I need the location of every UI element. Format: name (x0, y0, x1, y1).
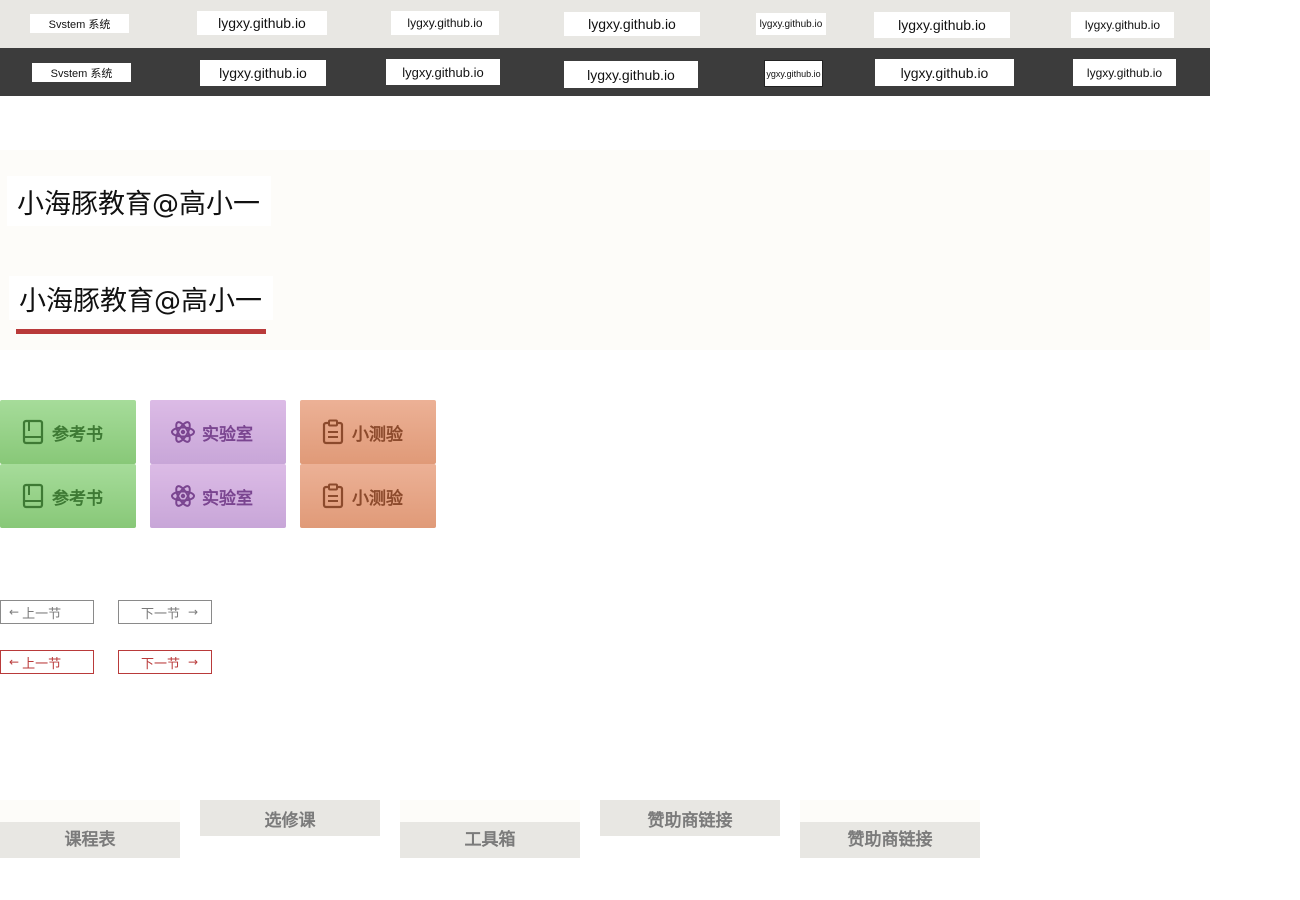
footer-tab-schedule[interactable]: 课程表 (0, 800, 180, 858)
prev-label: 上一节 (22, 606, 62, 622)
atom-icon (170, 419, 196, 445)
next-section-button[interactable]: 下一节 → (118, 650, 212, 674)
nav-chip-link[interactable]: lygxy.github.io (197, 11, 327, 35)
arrow-right-icon: → (188, 655, 199, 669)
nav-chip-link[interactable]: lygxy.github.io (875, 59, 1014, 86)
footer-tab-sponsors[interactable]: 赞助商链接 (800, 800, 980, 858)
atom-icon (170, 483, 196, 509)
tile-quiz[interactable]: 小测验 (300, 464, 436, 528)
nav-chip-link[interactable]: lygxy.github.io (200, 60, 326, 86)
tile-lab[interactable]: 实验室 (150, 464, 286, 528)
tile-label: 参考书 (52, 424, 103, 445)
footer-tab-sponsors[interactable]: 赞助商链接 (600, 800, 780, 836)
clipboard-icon (320, 483, 346, 509)
nav-chip-link[interactable]: lygxy.github.io (1071, 12, 1174, 38)
footer-tab-toolbox[interactable]: 工具箱 (400, 800, 580, 858)
nav-chip-system[interactable]: Svstem 系统 (32, 63, 131, 82)
prev-section-button[interactable]: ← 上一节 (0, 650, 94, 674)
footer-tab-electives[interactable]: 选修课 (200, 800, 380, 836)
tile-label: 小测验 (352, 424, 403, 445)
top-nav-bar-light: Svstem 系统 lygxy.github.io lygxy.github.i… (0, 0, 1210, 48)
tile-reference-books[interactable]: 参考书 (0, 400, 136, 464)
clipboard-icon (320, 419, 346, 445)
nav-chip-link[interactable]: ygxy.github.io (764, 60, 823, 87)
book-icon (20, 419, 46, 445)
book-icon (20, 483, 46, 509)
nav-chip-link[interactable]: lygxy.github.io (564, 61, 698, 88)
top-nav-bar-dark: Svstem 系统 lygxy.github.io lygxy.github.i… (0, 48, 1210, 96)
tile-label: 参考书 (52, 488, 103, 509)
nav-chip-system[interactable]: Svstem 系统 (30, 14, 129, 33)
prev-label: 上一节 (22, 656, 62, 672)
arrow-left-icon: ← (9, 605, 20, 619)
brand-title-underlined: 小海豚教育@高小一 (9, 276, 273, 320)
nav-chip-link[interactable]: lygxy.github.io (1073, 59, 1176, 86)
nav-chip-link[interactable]: lygxy.github.io (756, 13, 826, 35)
tile-quiz[interactable]: 小测验 (300, 400, 436, 464)
tile-label: 实验室 (202, 424, 253, 445)
tile-lab[interactable]: 实验室 (150, 400, 286, 464)
tile-label: 实验室 (202, 488, 253, 509)
nav-chip-link[interactable]: lygxy.github.io (874, 12, 1010, 38)
brand-title: 小海豚教育@高小一 (7, 176, 271, 226)
tile-label: 小测验 (352, 488, 403, 509)
next-section-button[interactable]: 下一节 → (118, 600, 212, 624)
arrow-left-icon: ← (9, 655, 20, 669)
nav-chip-link[interactable]: lygxy.github.io (564, 12, 700, 36)
prev-section-button[interactable]: ← 上一节 (0, 600, 94, 624)
brand-underline (16, 329, 266, 334)
nav-chip-link[interactable]: lygxy.github.io (391, 11, 499, 35)
nav-chip-link[interactable]: lygxy.github.io (386, 59, 500, 85)
arrow-right-icon: → (188, 605, 199, 619)
next-label: 下一节 (141, 606, 181, 622)
next-label: 下一节 (141, 656, 181, 672)
tile-reference-books[interactable]: 参考书 (0, 464, 136, 528)
